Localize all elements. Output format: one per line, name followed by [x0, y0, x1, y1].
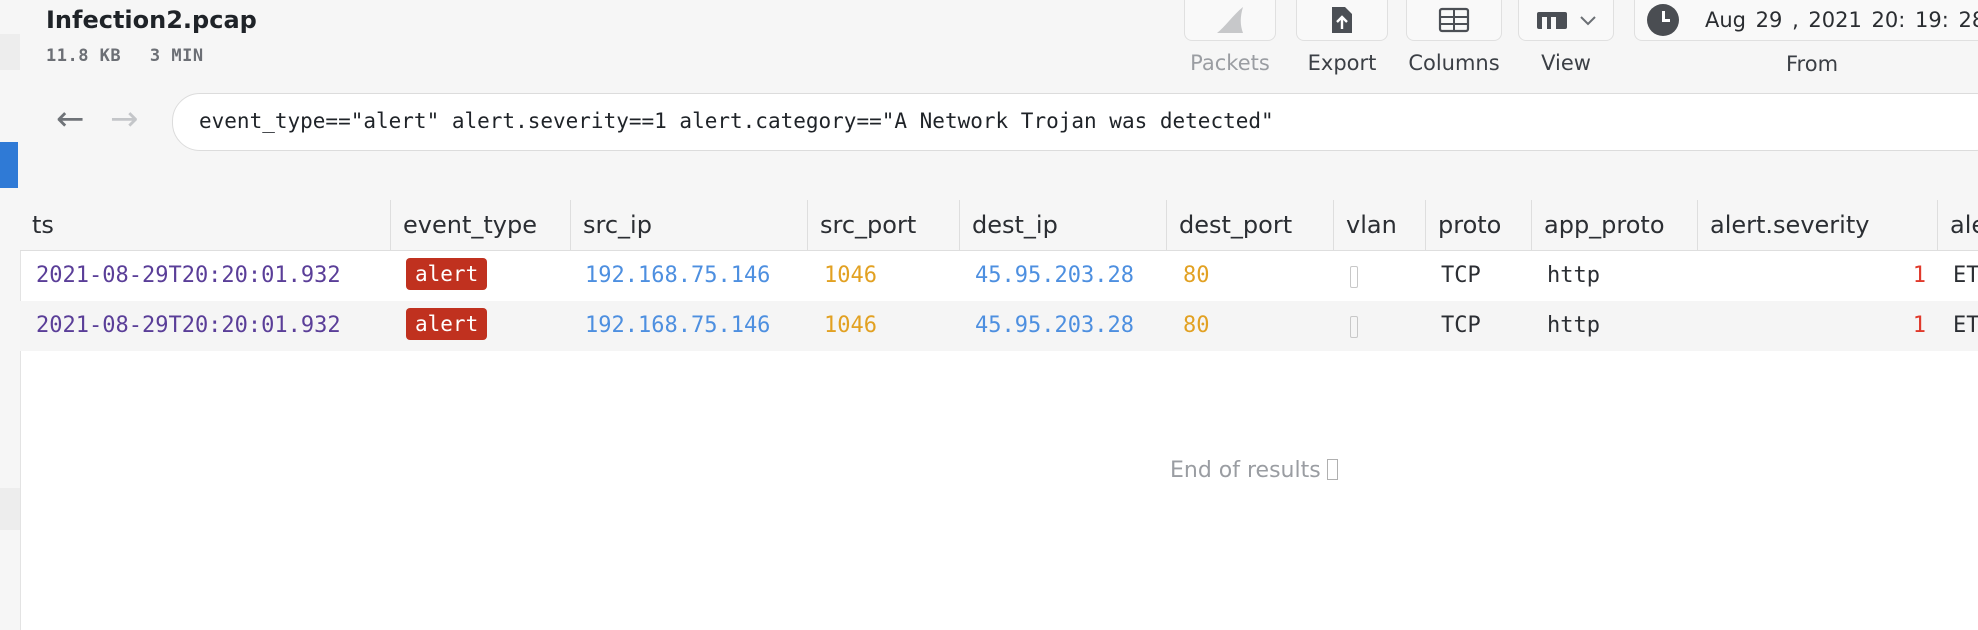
cell-src-port: 1046 [824, 313, 877, 338]
view-tool[interactable]: View [1518, 0, 1614, 75]
alert-badge: alert [406, 308, 488, 340]
cell-alert-severity: 1 [1912, 313, 1926, 338]
arrow-right-icon[interactable]: → [110, 102, 139, 136]
columns-tool[interactable]: Columns [1406, 0, 1502, 75]
column-header-dest-ip[interactable]: dest_ip [960, 200, 1167, 250]
file-size: 11.8 KB [46, 46, 122, 66]
search-query-text: event_type=="alert" alert.severity==1 al… [199, 109, 1274, 133]
column-header-vlan[interactable]: vlan [1334, 200, 1426, 250]
columns-label: Columns [1408, 51, 1500, 75]
clock-icon [1647, 4, 1679, 36]
cell-alert: ET [1953, 313, 1978, 338]
export-tool[interactable]: Export [1296, 0, 1388, 75]
column-header-dest-port[interactable]: dest_port [1167, 200, 1334, 250]
column-header-event-type[interactable]: event_type [391, 200, 571, 250]
cell-alert: ET [1953, 263, 1978, 288]
export-button[interactable] [1296, 0, 1388, 41]
cell-app-proto: http [1547, 263, 1600, 288]
file-title: Infection2.pcap [46, 6, 257, 34]
from-time-value: Aug 29 , 2021 20: 19: 28 [1705, 8, 1978, 32]
column-header-src-port[interactable]: src_port [808, 200, 960, 250]
from-time-field[interactable]: Aug 29 , 2021 20: 19: 28 [1634, 0, 1978, 41]
cell-src-port: 1046 [824, 263, 877, 288]
column-header-proto[interactable]: proto [1426, 200, 1532, 250]
left-sidebar-strip [0, 0, 21, 630]
sidebar-segment [0, 34, 20, 70]
arrow-left-icon[interactable]: ← [56, 102, 85, 136]
placeholder-glyph-icon [1326, 459, 1338, 480]
cell-dest-port: 80 [1183, 313, 1210, 338]
packets-tool[interactable]: Packets [1184, 0, 1276, 75]
from-label: From [1786, 52, 1839, 76]
shark-fin-icon [1217, 7, 1243, 33]
sidebar-active-item[interactable] [0, 142, 18, 188]
packets-button[interactable] [1184, 0, 1276, 41]
table-row[interactable]: 2021-08-29T20:20:01.932 alert 192.168.75… [20, 301, 1978, 351]
columns-icon [1438, 7, 1470, 33]
cell-dest-ip: 45.95.203.28 [975, 263, 1134, 288]
cell-ts: 2021-08-29T20:20:01.932 [36, 263, 341, 288]
column-header-alert[interactable]: ale [1938, 200, 1978, 250]
column-header-src-ip[interactable]: src_ip [571, 200, 808, 250]
view-button[interactable] [1518, 0, 1614, 41]
cell-vlan-empty [1350, 266, 1358, 288]
cell-dest-port: 80 [1183, 263, 1210, 288]
columns-button[interactable] [1406, 0, 1502, 41]
cell-src-ip: 192.168.75.146 [585, 263, 771, 288]
view-label: View [1541, 51, 1591, 75]
alert-badge: alert [406, 258, 488, 290]
packets-label: Packets [1190, 51, 1270, 75]
export-label: Export [1307, 51, 1377, 75]
search-query-input[interactable]: event_type=="alert" alert.severity==1 al… [172, 93, 1978, 151]
file-meta: 11.8 KB 3 MIN [46, 46, 222, 66]
sidebar-segment [0, 488, 20, 530]
table-header: ts event_type src_ip src_port dest_ip de… [20, 200, 1978, 251]
cell-proto: TCP [1441, 313, 1481, 338]
cell-dest-ip: 45.95.203.28 [975, 313, 1134, 338]
cell-proto: TCP [1441, 263, 1481, 288]
cell-app-proto: http [1547, 313, 1600, 338]
chevron-down-icon [1580, 16, 1596, 26]
export-file-icon [1332, 7, 1352, 33]
view-layout-icon [1537, 12, 1567, 29]
cell-alert-severity: 1 [1912, 263, 1926, 288]
end-of-results-text: End of results [1170, 458, 1321, 483]
cell-event-type: alert [406, 251, 566, 301]
file-duration: 3 MIN [149, 46, 204, 66]
cell-src-ip: 192.168.75.146 [585, 313, 771, 338]
column-header-app-proto[interactable]: app_proto [1532, 200, 1698, 250]
column-header-alert-severity[interactable]: alert.severity [1698, 200, 1938, 250]
end-of-results: End of results [1170, 458, 1338, 483]
cell-event-type: alert [406, 301, 566, 351]
column-header-ts[interactable]: ts [20, 200, 391, 250]
cell-vlan-empty [1350, 316, 1358, 338]
table-row[interactable]: 2021-08-29T20:20:01.932 alert 192.168.75… [20, 251, 1978, 301]
cell-ts: 2021-08-29T20:20:01.932 [36, 313, 341, 338]
